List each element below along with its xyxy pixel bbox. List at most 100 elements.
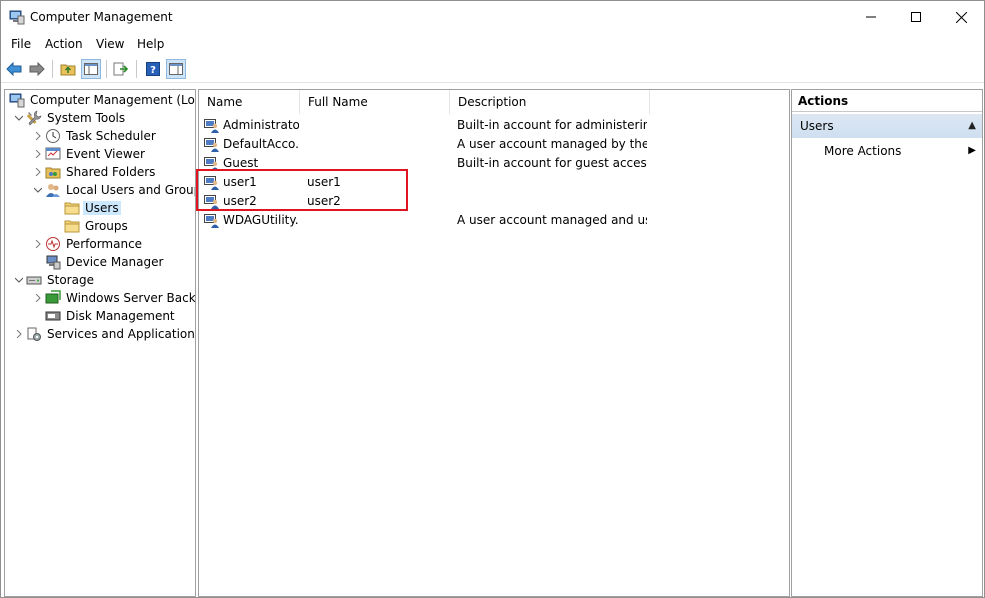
chevron-right-icon[interactable]: [32, 235, 44, 253]
windows-server-backup-icon: [45, 290, 61, 306]
window-title: Computer Management: [30, 10, 173, 24]
actions-pane: Actions Users ▲ More Actions ▶: [791, 89, 983, 597]
tree-item-label: Groups: [85, 219, 128, 233]
local-users-groups-icon: [45, 182, 61, 198]
actions-header: Actions: [792, 90, 982, 112]
column-header-description[interactable]: Description: [450, 90, 650, 114]
tree-item[interactable]: Device Manager: [32, 253, 165, 271]
folder-icon: [64, 200, 80, 216]
tree-item-label: System Tools: [47, 111, 126, 125]
column-header-name[interactable]: Name: [199, 90, 300, 114]
tree-item-label: Windows Server Backup: [66, 291, 196, 305]
collapse-arrow-icon[interactable]: ▲: [968, 114, 976, 138]
device-manager-icon: [45, 254, 61, 270]
computer-management-icon: [9, 9, 25, 25]
computer-management-window: Computer Management File Action View Hel…: [0, 0, 985, 598]
services-applications-icon: [26, 326, 42, 342]
user-icon: [204, 117, 220, 133]
menu-file[interactable]: File: [11, 37, 31, 51]
tree-item[interactable]: Shared Folders: [32, 163, 157, 181]
user-icon: [204, 136, 220, 152]
title-bar[interactable]: Computer Management: [1, 1, 984, 33]
tree-item-label: Storage: [47, 273, 94, 287]
tree-item[interactable]: Task Scheduler: [32, 127, 158, 145]
submenu-arrow-icon: ▶: [968, 145, 976, 156]
minimize-button[interactable]: [848, 1, 894, 33]
column-header-full-name[interactable]: Full Name: [300, 90, 450, 114]
tree-item[interactable]: Storage: [13, 271, 96, 289]
forward-icon[interactable]: [27, 59, 47, 79]
chevron-right-icon[interactable]: [13, 325, 25, 343]
tree-item-label: Disk Management: [66, 309, 175, 323]
tree-item[interactable]: System Tools: [13, 109, 127, 127]
tree-item[interactable]: Performance: [32, 235, 144, 253]
cell-name: WDAGUtility...: [223, 213, 299, 227]
tree-item-label: Performance: [66, 237, 143, 251]
highlight-annotation: [196, 169, 408, 211]
task-scheduler-icon: [45, 128, 61, 144]
cell-description: Built-in account for guest access t...: [457, 156, 647, 170]
cell-name: Administrator: [223, 118, 299, 132]
tree-item[interactable]: Event Viewer: [32, 145, 147, 163]
chevron-right-icon[interactable]: [32, 127, 44, 145]
help-icon[interactable]: ?: [143, 59, 163, 79]
tree-item-label: Local Users and Groups: [66, 183, 196, 197]
export-list-icon[interactable]: [111, 59, 131, 79]
cell-name: Guest: [223, 156, 259, 170]
table-row[interactable]: WDAGUtility... A user account managed and…: [199, 211, 789, 230]
table-row[interactable]: Administrator Built-in account for admini…: [199, 116, 789, 135]
cell-name: DefaultAcco...: [223, 137, 299, 151]
computer-management-icon: [9, 92, 25, 108]
close-button[interactable]: [938, 1, 984, 33]
console-tree[interactable]: Computer Management (Local System Tools Ta…: [4, 89, 196, 597]
svg-text:?: ?: [150, 65, 156, 76]
up-folder-icon[interactable]: [58, 59, 78, 79]
disk-management-icon: [45, 308, 61, 324]
storage-icon: [26, 272, 42, 288]
tree-item[interactable]: Groups: [51, 217, 130, 235]
users-list[interactable]: Name Full Name Description Administrator…: [198, 89, 790, 597]
actions-group-users[interactable]: Users ▲: [792, 114, 982, 138]
chevron-down-icon[interactable]: [13, 109, 25, 127]
tree-item[interactable]: Disk Management: [32, 307, 177, 325]
menu-view[interactable]: View: [96, 37, 124, 51]
event-viewer-icon: [45, 146, 61, 162]
cell-description: A user account managed by the s...: [457, 137, 647, 151]
tree-item[interactable]: Windows Server Backup: [32, 289, 196, 307]
chevron-down-icon[interactable]: [32, 181, 44, 199]
maximize-button[interactable]: [893, 1, 939, 33]
menu-help[interactable]: Help: [137, 37, 164, 51]
tree-item-label: Shared Folders: [66, 165, 156, 179]
performance-icon: [45, 236, 61, 252]
tree-item[interactable]: Computer Management (Local: [6, 91, 195, 109]
system-tools-icon: [26, 110, 42, 126]
cell-description: Built-in account for administering...: [457, 118, 647, 132]
chevron-down-icon[interactable]: [13, 271, 25, 289]
chevron-right-icon[interactable]: [32, 163, 44, 181]
show-hide-action-pane-icon[interactable]: [166, 59, 186, 79]
show-hide-tree-icon[interactable]: [81, 59, 101, 79]
tree-item[interactable]: Local Users and Groups: [32, 181, 196, 199]
tree-item-label: Users: [83, 201, 121, 215]
actions-group-label: Users: [800, 119, 834, 133]
tree-item-label: Services and Applications: [47, 327, 196, 341]
cell-description: A user account managed and use...: [457, 213, 647, 227]
tree-item-label: Event Viewer: [66, 147, 145, 161]
tree-item[interactable]: Services and Applications: [13, 325, 196, 343]
tree-item-label: Task Scheduler: [66, 129, 156, 143]
menu-bar: File Action View Help: [1, 33, 984, 55]
toolbar: ?: [1, 55, 984, 83]
chevron-right-icon[interactable]: [32, 145, 44, 163]
folder-icon: [64, 218, 80, 234]
more-actions-item[interactable]: More Actions ▶: [792, 140, 982, 162]
table-row[interactable]: DefaultAcco... A user account managed by …: [199, 135, 789, 154]
menu-action[interactable]: Action: [45, 37, 83, 51]
shared-folders-icon: [45, 164, 61, 180]
tree-item[interactable]: Users: [51, 199, 121, 217]
back-icon[interactable]: [4, 59, 24, 79]
chevron-right-icon[interactable]: [32, 289, 44, 307]
